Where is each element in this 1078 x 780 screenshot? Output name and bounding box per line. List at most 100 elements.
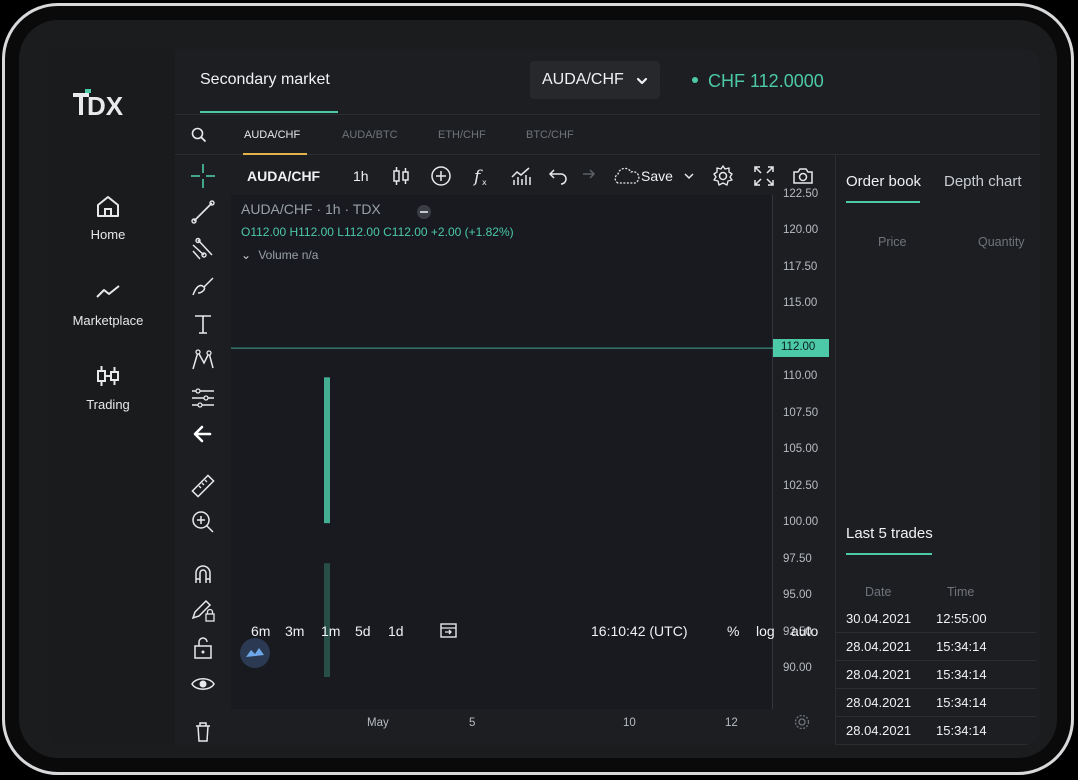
magnet-icon <box>195 565 211 583</box>
volume-label: Volume n/a <box>258 248 319 262</box>
y-tick-label: 102.50 <box>783 479 819 492</box>
search-icon[interactable] <box>191 127 207 143</box>
time-axis[interactable]: May 5 10 12 <box>231 709 810 735</box>
trash-tool[interactable] <box>188 715 218 745</box>
drawing-toolbar <box>175 155 231 745</box>
forecast-tool[interactable] <box>188 383 218 413</box>
trade-row: 28.04.2021 15:34:14 <box>836 661 1036 689</box>
nav-label-marketplace: Marketplace <box>72 313 144 328</box>
nav-item-marketplace[interactable]: Marketplace <box>48 279 168 328</box>
nav-item-trading[interactable]: Trading <box>48 363 168 412</box>
candles-style-icon[interactable] <box>389 164 413 188</box>
chart-legend-title: AUDA/CHF · 1h · TDX <box>241 201 381 217</box>
text-tool[interactable] <box>188 309 218 339</box>
cloud-icon[interactable] <box>611 164 641 188</box>
pair-tab-eth-chf[interactable]: ETH/CHF <box>438 129 486 141</box>
nav-item-home[interactable]: Home <box>48 193 168 242</box>
trade-date: 28.04.2021 <box>846 667 912 682</box>
candles-icon <box>97 366 119 386</box>
crosshair-tool[interactable] <box>188 161 218 191</box>
fullscreen-icon[interactable] <box>752 164 776 188</box>
brush-icon <box>192 277 214 296</box>
trade-time: 12:55:00 <box>936 611 987 626</box>
percent-scale-button[interactable]: % <box>727 623 739 639</box>
y-tick-label: 100.00 <box>783 516 819 529</box>
settings-gear-icon[interactable] <box>711 164 735 188</box>
add-compare-icon[interactable] <box>429 164 453 188</box>
tab-secondary-market[interactable]: Secondary market <box>200 71 330 89</box>
text-icon <box>195 315 211 334</box>
axis-settings-gear-icon[interactable] <box>793 713 811 731</box>
trades-date-header: Date <box>865 585 892 599</box>
order-book-price-header: Price <box>878 235 907 249</box>
auto-scale-button[interactable]: auto <box>791 623 818 639</box>
trend-line-icon <box>191 200 215 224</box>
chart-toolbar: AUDA/CHF 1h f x Save <box>231 155 835 195</box>
tab-active-indicator <box>200 111 338 113</box>
zoom-in-tool[interactable] <box>188 507 218 537</box>
left-navigation: DX Home Marketplace Trading <box>48 49 175 745</box>
collapse-chevron-icon[interactable]: ⌄ <box>241 248 255 262</box>
templates-icon[interactable] <box>509 164 533 188</box>
x-tick-label: 12 <box>725 717 738 729</box>
range-1d-button[interactable]: 1d <box>388 623 404 639</box>
go-to-date-icon[interactable] <box>439 621 459 641</box>
back-tool[interactable] <box>188 419 218 449</box>
trade-row: 28.04.2021 15:34:14 <box>836 633 1036 661</box>
save-button[interactable]: Save <box>641 168 673 184</box>
x-tick-label: 5 <box>469 717 476 729</box>
camera-icon[interactable] <box>791 164 815 188</box>
tablet-frame: DX Home Marketplace Trading Secondary ma… <box>2 3 1074 775</box>
indicators-icon[interactable]: f x <box>469 164 493 188</box>
trend-line-tool[interactable] <box>188 197 218 227</box>
range-5d-button[interactable]: 5d <box>355 623 371 639</box>
order-book-active-indicator <box>846 201 920 203</box>
fib-tool[interactable] <box>188 235 218 265</box>
undo-icon[interactable] <box>546 164 570 188</box>
trade-time: 15:34:14 <box>936 695 987 710</box>
tdx-logo[interactable]: DX <box>73 89 143 125</box>
y-tick-label: 105.00 <box>783 443 819 456</box>
redo-icon[interactable] <box>574 164 598 188</box>
y-tick-label: 122.50 <box>783 188 819 200</box>
pair-tab-btc-chf[interactable]: BTC/CHF <box>526 129 574 141</box>
svg-text:DX: DX <box>87 91 124 121</box>
pattern-tool[interactable] <box>188 345 218 375</box>
arrow-left-icon <box>193 425 212 443</box>
pair-tabs-bar: AUDA/CHF AUDA/BTC ETH/CHF BTC/CHF <box>175 115 1040 155</box>
log-scale-button[interactable]: log <box>756 623 775 639</box>
y-tick-label: 117.50 <box>783 260 818 273</box>
trade-date: 28.04.2021 <box>846 639 912 654</box>
pair-select[interactable]: AUDA/CHF <box>530 61 660 99</box>
range-3m-button[interactable]: 3m <box>285 623 304 639</box>
chart-legend-ohlc: O112.00 H112.00 L112.00 C112.00 +2.00 (+… <box>241 225 514 239</box>
y-tick-label: 110.00 <box>783 370 818 383</box>
ruler-icon <box>191 474 215 498</box>
main-area: Secondary market AUDA/CHF CHF 112.0000 A… <box>175 49 1040 745</box>
y-tick-label: 107.50 <box>783 406 819 419</box>
nav-label-home: Home <box>90 227 126 242</box>
pair-tab-auda-chf[interactable]: AUDA/CHF <box>244 129 300 141</box>
tab-order-book[interactable]: Order book <box>846 173 921 190</box>
price-candle[interactable] <box>324 377 330 524</box>
minus-circle-icon[interactable] <box>416 204 432 220</box>
y-tick-label: 115.00 <box>783 297 818 310</box>
crosshair-icon <box>191 164 215 188</box>
y-tick-label: 90.00 <box>783 662 812 674</box>
magnet-tool[interactable] <box>188 559 218 589</box>
range-1m-button[interactable]: 1m <box>321 623 340 639</box>
trash-icon <box>196 722 210 742</box>
chart-symbol[interactable]: AUDA/CHF <box>247 168 320 184</box>
range-6m-button[interactable]: 6m <box>251 623 270 639</box>
ruler-tool[interactable] <box>188 471 218 501</box>
chevron-down-icon[interactable] <box>683 164 695 188</box>
brush-tool[interactable] <box>188 271 218 301</box>
pair-tab-auda-btc[interactable]: AUDA/BTC <box>342 129 398 141</box>
chart-clock: 16:10:42 (UTC) <box>591 623 688 639</box>
visibility-tool[interactable] <box>188 669 218 699</box>
order-book-quantity-header: Quantity <box>978 235 1025 249</box>
tab-depth-chart[interactable]: Depth chart <box>944 173 1022 190</box>
trade-time: 15:34:14 <box>936 723 987 738</box>
chart-interval[interactable]: 1h <box>353 168 369 184</box>
home-icon <box>97 196 119 217</box>
